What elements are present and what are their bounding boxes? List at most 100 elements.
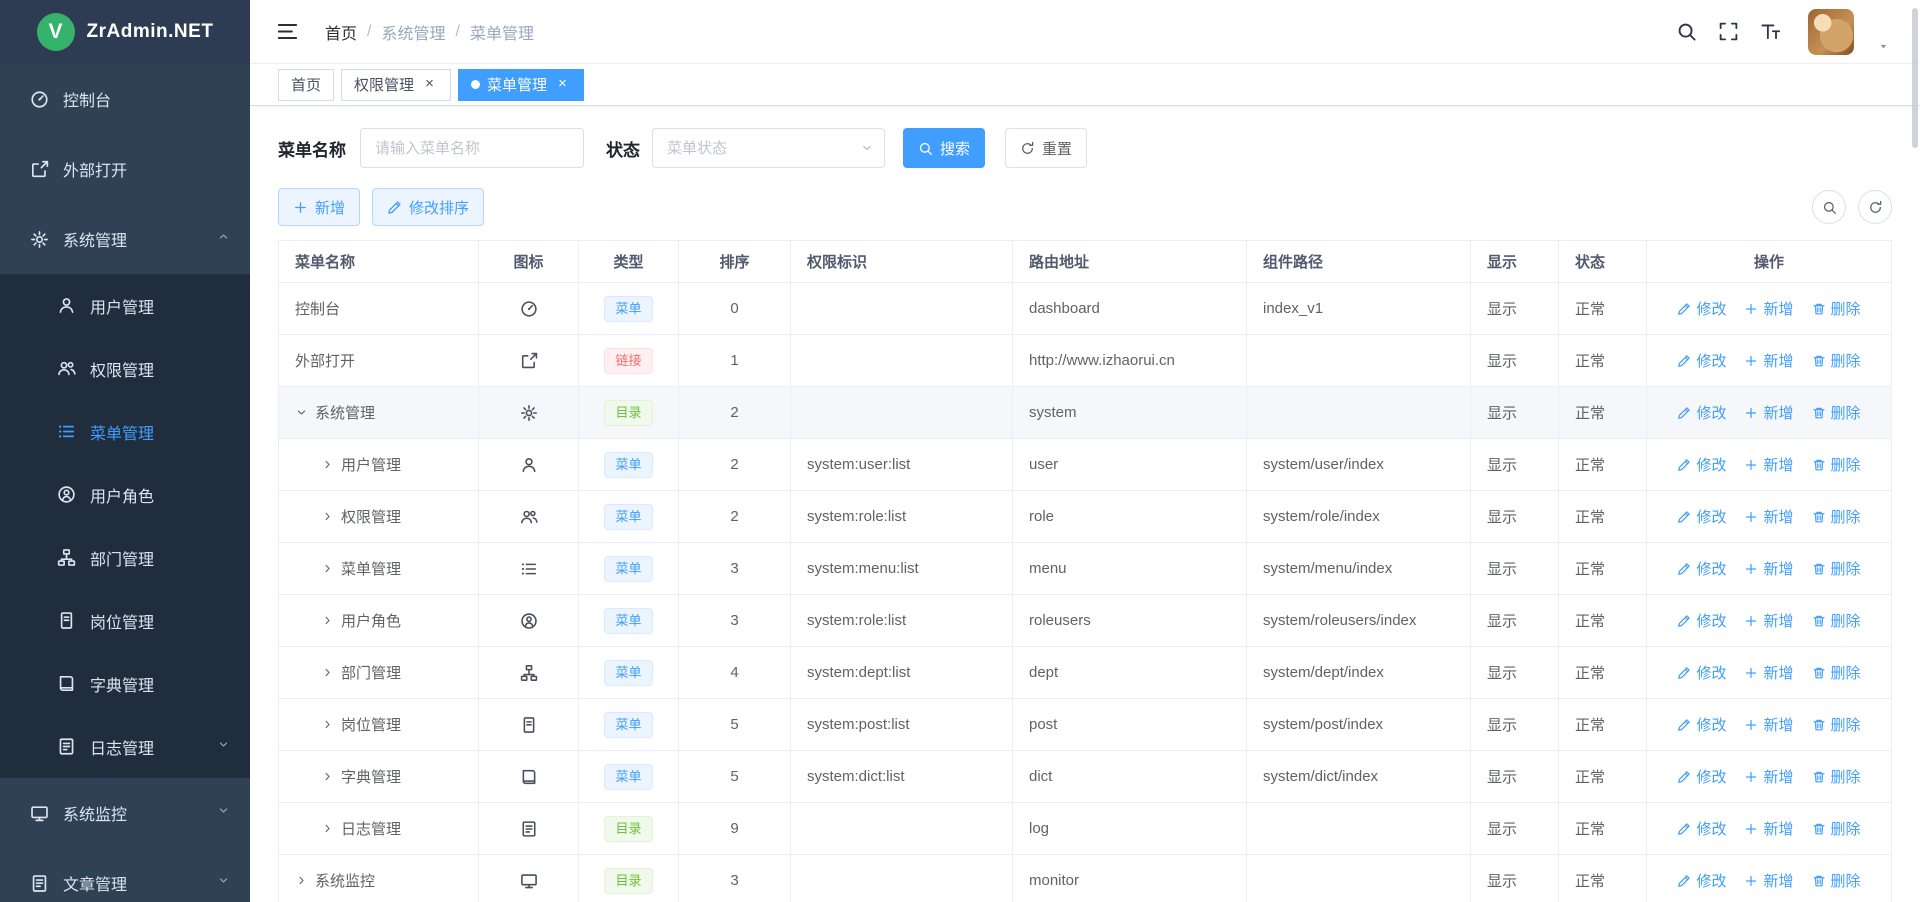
tab-home[interactable]: 首页 [278, 69, 334, 101]
tree-expand-chevron-right-icon[interactable] [321, 666, 334, 679]
delete-row-button[interactable]: 删除 [1812, 662, 1861, 683]
edit-sort-button[interactable]: 修改排序 [372, 188, 484, 226]
add-row-button[interactable]: 新增 [1744, 506, 1793, 527]
sidebar-item-post[interactable]: 岗位管理 [0, 589, 250, 652]
edit-row-button[interactable]: 修改 [1677, 610, 1726, 631]
tree-expand-chevron-right-icon[interactable] [321, 562, 334, 575]
edit-row-button[interactable]: 修改 [1677, 714, 1726, 735]
menu-name-wrap: 字典管理 [295, 766, 462, 787]
delete-row-button-label: 删除 [1831, 506, 1861, 527]
tab-close-icon[interactable]: × [421, 76, 438, 93]
sidebar-item-system[interactable]: 系统管理 [0, 204, 250, 274]
delete-row-button[interactable]: 删除 [1812, 714, 1861, 735]
tree-expand-chevron-right-icon[interactable] [321, 614, 334, 627]
edit-row-button[interactable]: 修改 [1677, 558, 1726, 579]
sidebar-item-dashboard[interactable]: 控制台 [0, 64, 250, 134]
monitor-icon [30, 804, 49, 823]
edit-row-button[interactable]: 修改 [1677, 454, 1726, 475]
edit-row-button[interactable]: 修改 [1677, 766, 1726, 787]
delete-row-button[interactable]: 删除 [1812, 402, 1861, 423]
edit-row-button[interactable]: 修改 [1677, 350, 1726, 371]
search-button[interactable]: 搜索 [903, 128, 985, 168]
add-row-button[interactable]: 新增 [1744, 870, 1793, 891]
edit-row-button-label: 修改 [1696, 402, 1726, 423]
edit-icon [1677, 770, 1691, 784]
plus-icon [1744, 874, 1758, 888]
sidebar-item-log[interactable]: 日志管理 [0, 715, 250, 778]
add-row-button[interactable]: 新增 [1744, 714, 1793, 735]
breadcrumb-item[interactable]: 系统管理 [381, 20, 445, 44]
add-row-button[interactable]: 新增 [1744, 662, 1793, 683]
delete-row-button[interactable]: 删除 [1812, 558, 1861, 579]
status-select[interactable] [652, 128, 885, 168]
hamburger-icon[interactable] [276, 20, 299, 43]
delete-row-button[interactable]: 删除 [1812, 766, 1861, 787]
sidebar-item-dict[interactable]: 字典管理 [0, 652, 250, 715]
cell-perms: system:dict:list [791, 751, 1013, 803]
sidebar-item-role[interactable]: 权限管理 [0, 337, 250, 400]
edit-row-button[interactable]: 修改 [1677, 506, 1726, 527]
edit-row-button[interactable]: 修改 [1677, 818, 1726, 839]
header-search-icon[interactable] [1676, 21, 1697, 42]
sidebar-item-article[interactable]: 文章管理 [0, 848, 250, 902]
add-row-button[interactable]: 新增 [1744, 558, 1793, 579]
fullscreen-icon[interactable] [1718, 21, 1739, 42]
delete-row-button[interactable]: 删除 [1812, 870, 1861, 891]
chevron-down-icon [217, 804, 230, 822]
edit-sort-button-label: 修改排序 [409, 197, 469, 218]
table-row: 权限管理菜单2system:role:listrolesystem/role/i… [279, 491, 1892, 543]
caret-down-icon[interactable] [1877, 40, 1890, 53]
menu-name-input[interactable] [360, 128, 584, 168]
sidebar-item-roleusers[interactable]: 用户角色 [0, 463, 250, 526]
add-row-button[interactable]: 新增 [1744, 350, 1793, 371]
tree-expand-chevron-right-icon[interactable] [321, 458, 334, 471]
delete-row-button[interactable]: 删除 [1812, 454, 1861, 475]
tree-expand-chevron-right-icon[interactable] [321, 822, 334, 835]
tab-close-icon[interactable]: × [554, 76, 571, 93]
cell-operations: 修改新增删除 [1647, 699, 1892, 751]
cell-perms: system:post:list [791, 699, 1013, 751]
delete-row-button[interactable]: 删除 [1812, 610, 1861, 631]
delete-row-button[interactable]: 删除 [1812, 506, 1861, 527]
add-row-button[interactable]: 新增 [1744, 610, 1793, 631]
delete-row-button[interactable]: 删除 [1812, 298, 1861, 319]
edit-row-button[interactable]: 修改 [1677, 870, 1726, 891]
tree-expand-chevron-down-icon[interactable] [295, 406, 308, 419]
sidebar-item-user[interactable]: 用户管理 [0, 274, 250, 337]
tree-expand-chevron-right-icon[interactable] [321, 718, 334, 731]
add-row-button[interactable]: 新增 [1744, 818, 1793, 839]
cell-menu-name: 部门管理 [279, 647, 479, 699]
cell-component: system/dict/index [1247, 751, 1471, 803]
status-select-input[interactable] [652, 128, 885, 168]
delete-row-button[interactable]: 删除 [1812, 350, 1861, 371]
table-search-button[interactable] [1812, 190, 1846, 224]
edit-row-button[interactable]: 修改 [1677, 662, 1726, 683]
edit-row-button[interactable]: 修改 [1677, 402, 1726, 423]
tree-expand-chevron-right-icon[interactable] [295, 874, 308, 887]
tree-expand-chevron-right-icon[interactable] [321, 510, 334, 523]
trash-icon [1812, 718, 1826, 732]
table-refresh-button[interactable] [1858, 190, 1892, 224]
delete-row-button[interactable]: 删除 [1812, 818, 1861, 839]
font-size-icon[interactable] [1760, 21, 1781, 42]
sidebar-item-menu[interactable]: 菜单管理 [0, 400, 250, 463]
tab-menu[interactable]: 菜单管理× [458, 69, 584, 101]
sidebar-item-external[interactable]: 外部打开 [0, 134, 250, 204]
app-logo[interactable]: V ZrAdmin.NET [0, 0, 250, 64]
breadcrumb-item[interactable]: 首页 [325, 20, 357, 44]
add-row-button[interactable]: 新增 [1744, 766, 1793, 787]
sidebar-item-monitor[interactable]: 系统监控 [0, 778, 250, 848]
tab-role[interactable]: 权限管理× [341, 69, 451, 101]
edit-row-button[interactable]: 修改 [1677, 298, 1726, 319]
tree-expand-chevron-right-icon[interactable] [321, 770, 334, 783]
sidebar-item-label: 岗位管理 [90, 609, 230, 633]
add-row-button[interactable]: 新增 [1744, 454, 1793, 475]
edit-row-button-label: 修改 [1696, 714, 1726, 735]
page-scrollbar[interactable] [1912, 8, 1918, 148]
sidebar-item-dept[interactable]: 部门管理 [0, 526, 250, 589]
add-row-button[interactable]: 新增 [1744, 402, 1793, 423]
reset-button[interactable]: 重置 [1005, 128, 1087, 168]
add-button[interactable]: 新增 [278, 188, 360, 226]
avatar[interactable] [1808, 9, 1854, 55]
add-row-button[interactable]: 新增 [1744, 298, 1793, 319]
